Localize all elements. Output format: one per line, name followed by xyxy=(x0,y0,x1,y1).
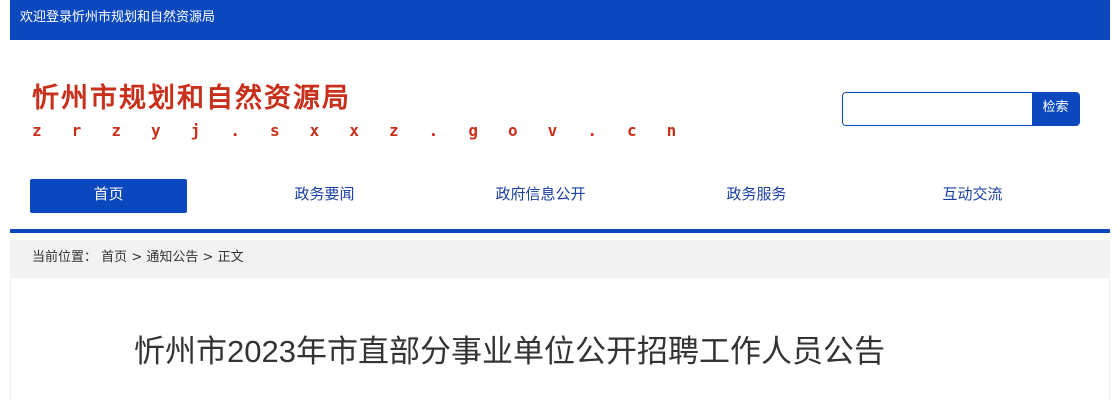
breadcrumb-prefix: 当前位置： xyxy=(32,250,98,265)
article-content: 忻州市2023年市直部分事业单位公开招聘工作人员公告 xyxy=(10,278,1110,400)
top-welcome-bar: 欢迎登录忻州市规划和自然资源局 xyxy=(10,0,1110,40)
search-box: 检索 xyxy=(842,92,1080,126)
search-button[interactable]: 检索 xyxy=(1032,93,1079,125)
breadcrumb: 当前位置： 首页 > 通知公告 > 正文 xyxy=(10,240,1110,278)
nav-item-interaction[interactable]: 互动交流 xyxy=(894,179,1051,213)
breadcrumb-separator: > xyxy=(131,250,143,265)
main-nav: 首页 政务要闻 政府信息公开 政务服务 互动交流 xyxy=(10,176,1110,216)
nav-item-gov-info[interactable]: 政府信息公开 xyxy=(462,179,619,213)
site-logo-domain: z r z y j . s x x z . g o v . c n xyxy=(32,121,687,140)
nav-item-services[interactable]: 政务服务 xyxy=(678,179,835,213)
nav-item-home[interactable]: 首页 xyxy=(30,179,187,213)
page: 欢迎登录忻州市规划和自然资源局 忻州市规划和自然资源局 z r z y j . … xyxy=(0,0,1120,400)
nav-item-news[interactable]: 政务要闻 xyxy=(246,179,403,213)
site-logo-title[interactable]: 忻州市规划和自然资源局 xyxy=(32,76,351,115)
article-title: 忻州市2023年市直部分事业单位公开招聘工作人员公告 xyxy=(134,334,885,369)
breadcrumb-item-notices[interactable]: 通知公告 xyxy=(146,250,198,265)
breadcrumb-separator: > xyxy=(202,250,214,265)
breadcrumb-item-home[interactable]: 首页 xyxy=(101,250,127,265)
welcome-text: 欢迎登录忻州市规划和自然资源局 xyxy=(20,10,216,25)
search-input[interactable] xyxy=(843,93,1033,125)
breadcrumb-item-current: 正文 xyxy=(217,250,244,265)
nav-divider xyxy=(10,229,1110,233)
